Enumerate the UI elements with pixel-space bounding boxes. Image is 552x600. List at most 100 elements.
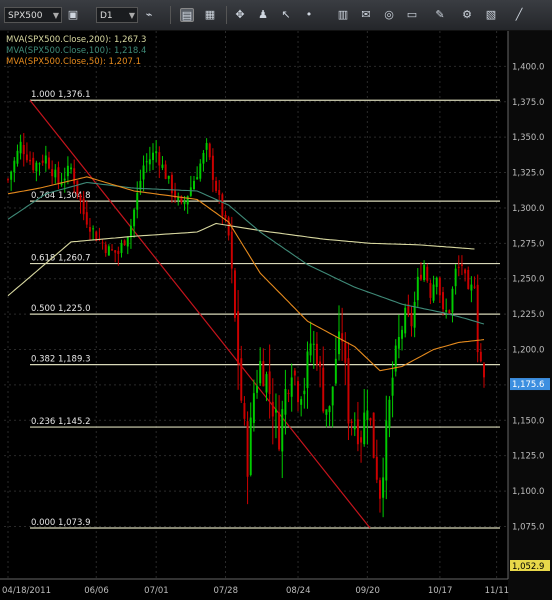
candle-body xyxy=(353,426,356,430)
x-tick-label: 07/28 xyxy=(214,586,239,596)
candle-body xyxy=(438,277,441,296)
candle-body xyxy=(435,277,438,287)
candle-body xyxy=(312,343,315,345)
legend-ma50: MVA(SPX500.Close,50): 1,207.1 xyxy=(6,57,141,67)
bottom-price-label: 1,052.9 xyxy=(512,562,544,572)
candle-body xyxy=(372,412,375,458)
x-tick-label: 10/17 xyxy=(428,586,453,596)
candle-body xyxy=(51,169,54,177)
y-tick-label: 1,300.0 xyxy=(512,204,544,214)
candle-body xyxy=(240,358,243,401)
candle-body xyxy=(145,161,148,163)
y-tick-label: 1,200.0 xyxy=(512,346,544,356)
candle-body xyxy=(464,269,467,274)
note-icon[interactable]: ✉ xyxy=(359,8,373,22)
candle-body xyxy=(252,393,255,423)
candle-body xyxy=(111,249,114,251)
y-tick-label: 1,250.0 xyxy=(512,275,544,285)
candle-body xyxy=(300,399,303,405)
y-tick-label: 1,225.0 xyxy=(512,310,544,320)
properties-icon[interactable]: ⚙ xyxy=(460,8,474,22)
candle-body xyxy=(460,264,463,267)
candle-body xyxy=(338,331,340,355)
fib-level-label: 0.382 1,189.3 xyxy=(31,355,90,365)
candle-body xyxy=(315,343,318,365)
candle-body xyxy=(473,286,476,288)
candle-body xyxy=(48,157,50,169)
candle-body xyxy=(274,409,277,413)
candle-body xyxy=(41,160,44,163)
candle-body xyxy=(262,361,265,387)
point-icon[interactable]: • xyxy=(302,8,316,22)
candle-body xyxy=(334,358,337,384)
candle-body xyxy=(256,385,259,393)
candle-body xyxy=(363,412,366,445)
candle-body xyxy=(297,381,299,403)
candle-body xyxy=(63,178,66,181)
objects-icon[interactable]: ♟ xyxy=(256,8,270,22)
legend-ma100: MVA(SPX500.Close,100): 1,218.4 xyxy=(6,46,146,56)
crosshair-icon[interactable]: ✥ xyxy=(233,8,247,22)
candle-body xyxy=(38,163,41,165)
pencil-icon[interactable]: ✎ xyxy=(433,8,447,22)
candle-body xyxy=(375,456,378,480)
print-icon[interactable]: ▭ xyxy=(405,8,419,22)
x-tick-label: 06/06 xyxy=(84,586,109,596)
fib-level-label: 0.764 1,304.8 xyxy=(31,191,90,201)
candle-body xyxy=(224,215,227,218)
candle-body xyxy=(306,351,309,389)
candle-body xyxy=(215,180,218,191)
candle-body xyxy=(243,403,246,419)
candle-body xyxy=(479,351,482,362)
cursor-icon[interactable]: ↖ xyxy=(279,8,293,22)
y-tick-label: 1,325.0 xyxy=(512,169,544,179)
data-window-icon[interactable]: ▦ xyxy=(203,8,217,22)
timeframe-select[interactable]: D1 ▼ xyxy=(96,7,138,23)
candle-body xyxy=(196,177,199,180)
candle-body xyxy=(429,283,432,298)
candle-body xyxy=(237,311,240,364)
candle-body xyxy=(57,167,60,184)
fib-level-label: 0.236 1,145.2 xyxy=(31,417,90,427)
candle-body xyxy=(189,187,192,196)
candle-body xyxy=(202,152,205,164)
candle-body xyxy=(82,198,85,215)
candle-body xyxy=(155,151,158,154)
candle-body xyxy=(401,329,404,339)
candle-body xyxy=(410,312,413,327)
candle-body xyxy=(287,392,290,394)
candle-body xyxy=(249,417,252,475)
candle-body xyxy=(92,228,95,230)
symbol-select[interactable]: SPX500 ▼ xyxy=(4,7,62,23)
candle-body xyxy=(158,152,161,166)
candle-body xyxy=(442,292,444,310)
y-tick-label: 1,275.0 xyxy=(512,239,544,249)
candle-body xyxy=(378,480,381,499)
candle-body xyxy=(265,374,268,393)
current-price-label: 1,175.6 xyxy=(512,380,544,390)
fib-level-label: 0.500 1,225.0 xyxy=(31,304,90,314)
link-icon[interactable]: ▣ xyxy=(66,8,80,22)
candle-body xyxy=(211,155,214,180)
candle-body xyxy=(129,225,132,238)
x-tick-label: 09/20 xyxy=(355,586,380,596)
price-chart[interactable]: 1.000 1,376.1 0.764 1,304.8 0.618 1,260.7 0… xyxy=(0,31,552,600)
candle-body xyxy=(290,377,293,397)
screenshot-icon[interactable]: ▧ xyxy=(484,8,498,22)
zoom-icon[interactable]: ◎ xyxy=(382,8,396,22)
indicators-icon[interactable]: ▤ xyxy=(180,8,194,22)
candle-body xyxy=(303,390,306,395)
candle-body xyxy=(360,437,363,443)
candle-body xyxy=(356,419,359,445)
candle-body xyxy=(25,154,28,161)
candle-body xyxy=(142,165,145,180)
trendline-icon[interactable]: ╱ xyxy=(512,8,526,22)
candle-body xyxy=(391,377,394,396)
candle-body xyxy=(350,421,353,423)
candle-body xyxy=(388,399,391,429)
candle-body xyxy=(413,301,416,328)
candle-body xyxy=(54,169,57,178)
candle-body xyxy=(170,174,173,194)
chart-type-icon[interactable]: ⌁ xyxy=(142,8,156,22)
buy-sell-icon[interactable]: ▥ xyxy=(336,8,350,22)
